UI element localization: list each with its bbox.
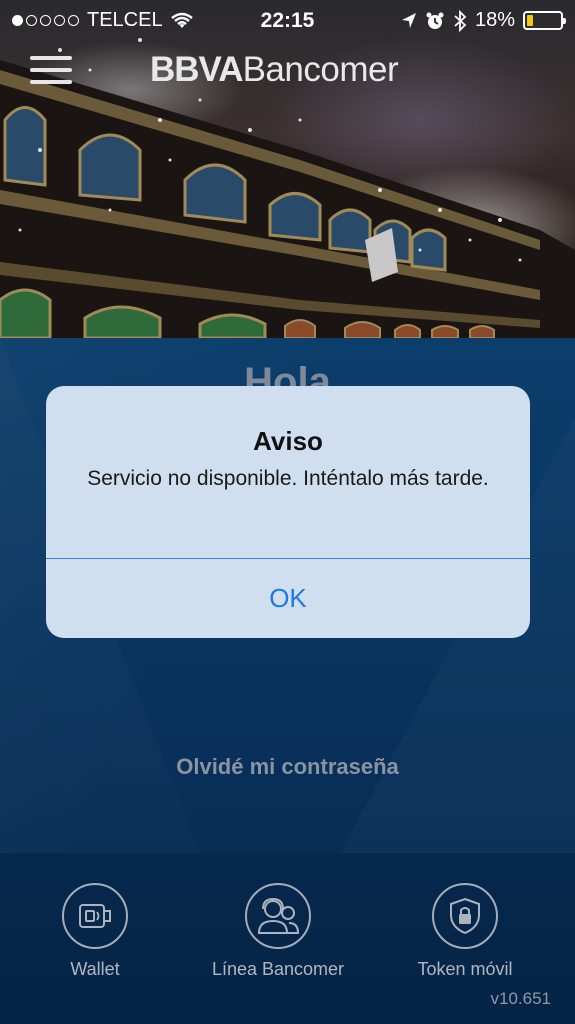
battery-percent: 18% [474,9,515,31]
battery-level-fill [527,15,533,26]
location-icon [401,12,416,28]
status-bar: TELCEL 22:15 18% [0,0,575,40]
logo-regular-text: Bancomer [242,50,399,89]
bluetooth-icon [454,9,467,32]
hamburger-menu-icon[interactable] [30,56,72,84]
status-right: 18% [401,9,566,32]
bbva-bancomer-logo: BBVABancomer [150,50,399,90]
alert-message: Servicio no disponible. Inténtalo más ta… [87,467,489,490]
alert-ok-button[interactable]: OK [46,559,530,638]
battery-icon [523,11,566,30]
alert-dialog: Aviso Servicio no disponible. Inténtalo … [46,386,530,638]
alarm-icon [426,12,444,29]
alert-title: Aviso [253,426,323,456]
logo-bold-text: BBVA [150,50,244,89]
